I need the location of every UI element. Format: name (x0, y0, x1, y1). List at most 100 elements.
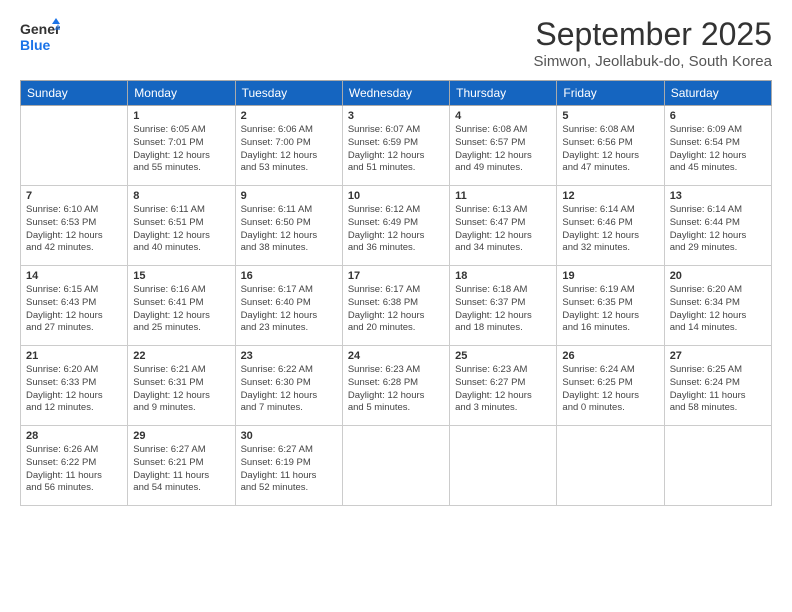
day-cell: 23 Sunrise: 6:22 AM Sunset: 6:30 PM Dayli… (235, 346, 342, 426)
day-info: Sunrise: 6:17 AM Sunset: 6:38 PM Dayligh… (348, 284, 444, 335)
day-info: Sunrise: 6:14 AM Sunset: 6:44 PM Dayligh… (670, 204, 766, 255)
day-number: 7 (26, 190, 122, 202)
logo-icon: General Blue (20, 16, 60, 63)
day-info: Sunrise: 6:07 AM Sunset: 6:59 PM Dayligh… (348, 124, 444, 175)
col-sunday: Sunday (21, 81, 128, 106)
day-info: Sunrise: 6:20 AM Sunset: 6:34 PM Dayligh… (670, 284, 766, 335)
day-cell: 16 Sunrise: 6:17 AM Sunset: 6:40 PM Dayli… (235, 266, 342, 346)
day-info: Sunrise: 6:20 AM Sunset: 6:33 PM Dayligh… (26, 364, 122, 415)
day-number: 1 (133, 110, 229, 122)
day-cell: 27Sunrise: 6:25 AM Sunset: 6:24 PM Dayli… (664, 346, 771, 426)
day-number: 20 (670, 270, 766, 282)
day-number: 12 (562, 190, 658, 202)
col-thursday: Thursday (450, 81, 557, 106)
day-cell: 28Sunrise: 6:26 AM Sunset: 6:22 PM Dayli… (21, 426, 128, 506)
day-number: 16 (241, 270, 337, 282)
title-block: September 2025 Simwon, Jeollabuk-do, Sou… (534, 16, 772, 70)
day-number: 8 (133, 190, 229, 202)
day-cell: 30Sunrise: 6:27 AM Sunset: 6:19 PM Dayli… (235, 426, 342, 506)
day-info: Sunrise: 6:16 AM Sunset: 6:41 PM Dayligh… (133, 284, 229, 335)
day-cell: 22Sunrise: 6:21 AM Sunset: 6:31 PM Dayli… (128, 346, 235, 426)
day-cell: 10 Sunrise: 6:12 AM Sunset: 6:49 PM Dayli… (342, 186, 449, 266)
day-number: 13 (670, 190, 766, 202)
day-cell: 7 Sunrise: 6:10 AM Sunset: 6:53 PM Daylig… (21, 186, 128, 266)
day-info: Sunrise: 6:22 AM Sunset: 6:30 PM Dayligh… (241, 364, 337, 415)
day-info: Sunrise: 6:25 AM Sunset: 6:24 PM Dayligh… (670, 364, 766, 415)
day-number: 23 (241, 350, 337, 362)
header: General Blue September 2025 Simwon, Jeol… (20, 16, 772, 70)
day-cell: 1 Sunrise: 6:05 AM Sunset: 7:01 PM Daylig… (128, 106, 235, 186)
location-subtitle: Simwon, Jeollabuk-do, South Korea (534, 53, 772, 70)
week-row-3: 14 Sunrise: 6:15 AM Sunset: 6:43 PM Dayli… (21, 266, 772, 346)
day-number: 5 (562, 110, 658, 122)
day-cell: 4 Sunrise: 6:08 AM Sunset: 6:57 PM Daylig… (450, 106, 557, 186)
day-info: Sunrise: 6:23 AM Sunset: 6:27 PM Dayligh… (455, 364, 551, 415)
day-info: Sunrise: 6:23 AM Sunset: 6:28 PM Dayligh… (348, 364, 444, 415)
month-title: September 2025 (534, 16, 772, 53)
week-row-5: 28Sunrise: 6:26 AM Sunset: 6:22 PM Dayli… (21, 426, 772, 506)
day-info: Sunrise: 6:06 AM Sunset: 7:00 PM Dayligh… (241, 124, 337, 175)
day-cell: 13 Sunrise: 6:14 AM Sunset: 6:44 PM Dayli… (664, 186, 771, 266)
day-cell: 21 Sunrise: 6:20 AM Sunset: 6:33 PM Dayli… (21, 346, 128, 426)
day-number: 18 (455, 270, 551, 282)
day-number: 2 (241, 110, 337, 122)
page-container: General Blue September 2025 Simwon, Jeol… (0, 0, 792, 516)
day-info: Sunrise: 6:14 AM Sunset: 6:46 PM Dayligh… (562, 204, 658, 255)
day-info: Sunrise: 6:05 AM Sunset: 7:01 PM Dayligh… (133, 124, 229, 175)
day-number: 30 (241, 430, 337, 442)
day-number: 29 (133, 430, 229, 442)
calendar-header-row: Sunday Monday Tuesday Wednesday Thursday… (21, 81, 772, 106)
day-cell (664, 426, 771, 506)
day-number: 3 (348, 110, 444, 122)
calendar-table: Sunday Monday Tuesday Wednesday Thursday… (20, 80, 772, 506)
col-monday: Monday (128, 81, 235, 106)
day-info: Sunrise: 6:11 AM Sunset: 6:50 PM Dayligh… (241, 204, 337, 255)
day-cell: 17 Sunrise: 6:17 AM Sunset: 6:38 PM Dayli… (342, 266, 449, 346)
day-cell: 24Sunrise: 6:23 AM Sunset: 6:28 PM Dayli… (342, 346, 449, 426)
day-cell: 8 Sunrise: 6:11 AM Sunset: 6:51 PM Daylig… (128, 186, 235, 266)
col-saturday: Saturday (664, 81, 771, 106)
day-number: 28 (26, 430, 122, 442)
week-row-1: 1 Sunrise: 6:05 AM Sunset: 7:01 PM Daylig… (21, 106, 772, 186)
day-cell: 25 Sunrise: 6:23 AM Sunset: 6:27 PM Dayli… (450, 346, 557, 426)
col-wednesday: Wednesday (342, 81, 449, 106)
day-number: 17 (348, 270, 444, 282)
day-number: 9 (241, 190, 337, 202)
day-number: 22 (133, 350, 229, 362)
day-cell: 26Sunrise: 6:24 AM Sunset: 6:25 PM Dayli… (557, 346, 664, 426)
day-number: 26 (562, 350, 658, 362)
col-friday: Friday (557, 81, 664, 106)
day-cell: 20 Sunrise: 6:20 AM Sunset: 6:34 PM Dayli… (664, 266, 771, 346)
day-info: Sunrise: 6:08 AM Sunset: 6:56 PM Dayligh… (562, 124, 658, 175)
day-number: 15 (133, 270, 229, 282)
day-number: 14 (26, 270, 122, 282)
day-cell: 5 Sunrise: 6:08 AM Sunset: 6:56 PM Daylig… (557, 106, 664, 186)
day-number: 11 (455, 190, 551, 202)
day-info: Sunrise: 6:08 AM Sunset: 6:57 PM Dayligh… (455, 124, 551, 175)
week-row-2: 7 Sunrise: 6:10 AM Sunset: 6:53 PM Daylig… (21, 186, 772, 266)
day-cell: 19 Sunrise: 6:19 AM Sunset: 6:35 PM Dayli… (557, 266, 664, 346)
day-info: Sunrise: 6:18 AM Sunset: 6:37 PM Dayligh… (455, 284, 551, 335)
day-info: Sunrise: 6:15 AM Sunset: 6:43 PM Dayligh… (26, 284, 122, 335)
day-number: 4 (455, 110, 551, 122)
day-number: 19 (562, 270, 658, 282)
day-info: Sunrise: 6:12 AM Sunset: 6:49 PM Dayligh… (348, 204, 444, 255)
day-info: Sunrise: 6:09 AM Sunset: 6:54 PM Dayligh… (670, 124, 766, 175)
day-cell: 18 Sunrise: 6:18 AM Sunset: 6:37 PM Dayli… (450, 266, 557, 346)
day-info: Sunrise: 6:17 AM Sunset: 6:40 PM Dayligh… (241, 284, 337, 335)
day-number: 10 (348, 190, 444, 202)
day-cell: 29Sunrise: 6:27 AM Sunset: 6:21 PM Dayli… (128, 426, 235, 506)
day-info: Sunrise: 6:11 AM Sunset: 6:51 PM Dayligh… (133, 204, 229, 255)
day-cell (557, 426, 664, 506)
day-cell: 3 Sunrise: 6:07 AM Sunset: 6:59 PM Daylig… (342, 106, 449, 186)
day-cell: 9 Sunrise: 6:11 AM Sunset: 6:50 PM Daylig… (235, 186, 342, 266)
day-cell: 6 Sunrise: 6:09 AM Sunset: 6:54 PM Daylig… (664, 106, 771, 186)
week-row-4: 21 Sunrise: 6:20 AM Sunset: 6:33 PM Dayli… (21, 346, 772, 426)
day-cell: 12 Sunrise: 6:14 AM Sunset: 6:46 PM Dayli… (557, 186, 664, 266)
logo: General Blue (20, 16, 60, 63)
day-info: Sunrise: 6:10 AM Sunset: 6:53 PM Dayligh… (26, 204, 122, 255)
day-number: 21 (26, 350, 122, 362)
day-number: 25 (455, 350, 551, 362)
day-number: 6 (670, 110, 766, 122)
day-info: Sunrise: 6:19 AM Sunset: 6:35 PM Dayligh… (562, 284, 658, 335)
